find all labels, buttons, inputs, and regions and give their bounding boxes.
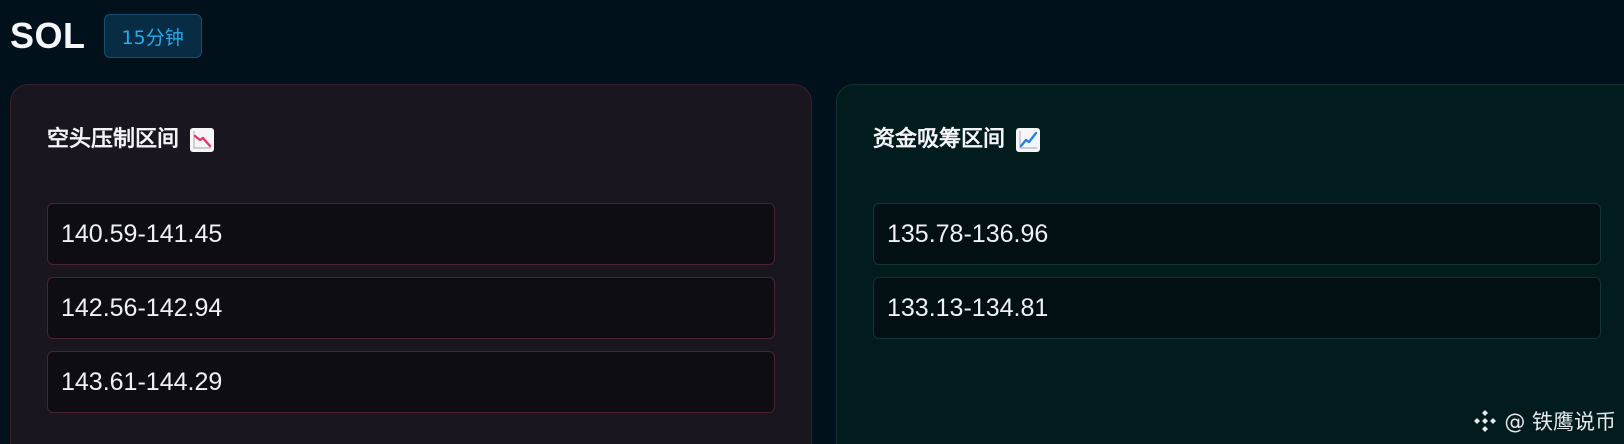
accumulation-card: 资金吸筹区间 135.78-136.96 133.13-134.81 bbox=[836, 84, 1624, 444]
chart-decreasing-icon bbox=[190, 128, 215, 152]
range-row: 133.13-134.81 bbox=[873, 277, 1601, 339]
range-row: 142.56-142.94 bbox=[47, 277, 775, 339]
binance-logo-icon bbox=[1474, 410, 1497, 432]
timeframe-badge[interactable]: 15分钟 bbox=[103, 14, 202, 58]
accumulation-title-row: 资金吸筹区间 bbox=[873, 125, 1041, 155]
range-row: 140.59-141.45 bbox=[47, 203, 775, 265]
watermark: @ 铁鹰说币 bbox=[1472, 406, 1616, 436]
short-pressure-title-row: 空头压制区间 bbox=[47, 125, 215, 155]
accumulation-title: 资金吸筹区间 bbox=[873, 127, 1006, 152]
short-pressure-title: 空头压制区间 bbox=[47, 127, 180, 152]
watermark-text: @ 铁鹰说币 bbox=[1504, 410, 1616, 434]
range-row: 143.61-144.29 bbox=[47, 351, 775, 413]
chart-increasing-icon bbox=[1016, 128, 1041, 152]
header: SOL 15分钟 bbox=[10, 14, 202, 58]
short-pressure-card: 空头压制区间 140.59-141.45 142.56-142.94 143.6… bbox=[10, 84, 812, 444]
range-row: 135.78-136.96 bbox=[873, 203, 1601, 265]
accumulation-range-list: 135.78-136.96 133.13-134.81 bbox=[873, 203, 1601, 351]
short-range-list: 140.59-141.45 142.56-142.94 143.61-144.2… bbox=[47, 203, 775, 425]
page: SOL 15分钟 空头压制区间 140.59-141.45 142.56-142… bbox=[0, 0, 1624, 444]
symbol-title: SOL bbox=[10, 15, 86, 56]
